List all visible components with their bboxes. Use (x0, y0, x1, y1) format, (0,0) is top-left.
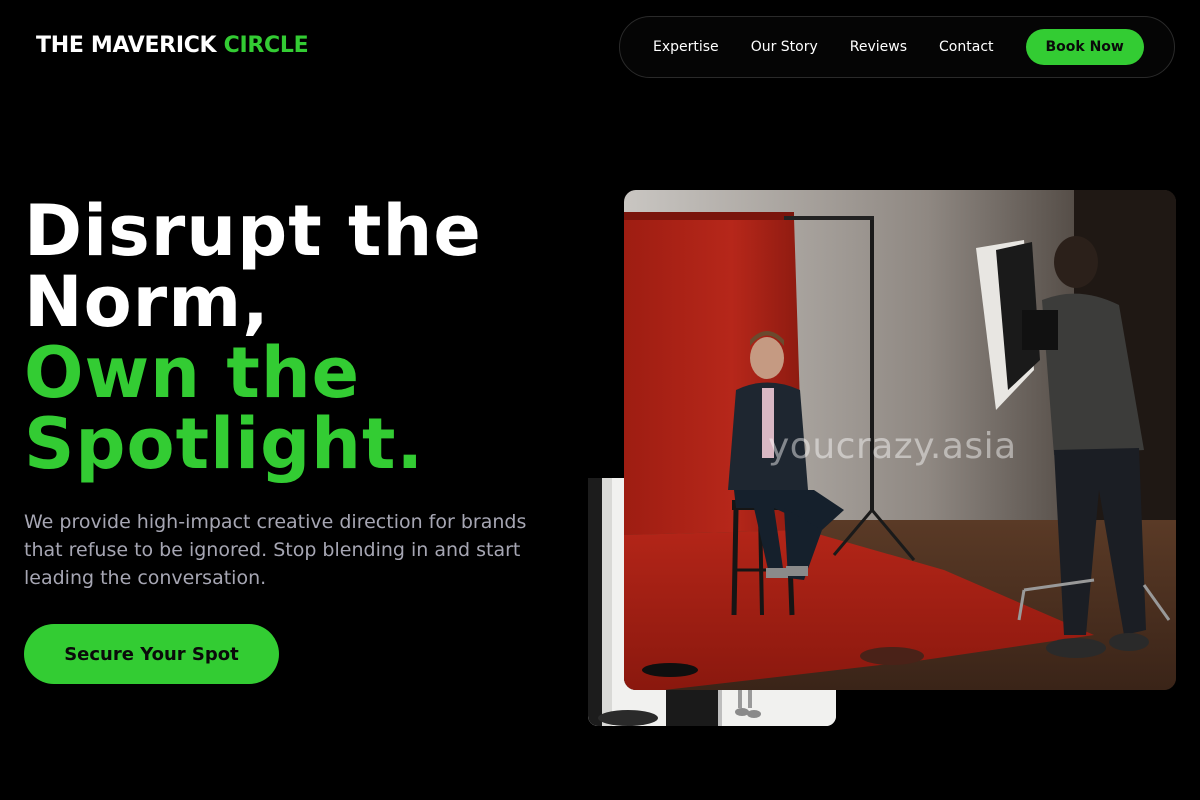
logo-text-accent: CIRCLE (223, 33, 309, 58)
headline-line-4: Spotlight. (24, 403, 425, 485)
headline-line-2: Norm, (24, 261, 270, 343)
watermark-text: youcrazy.asia (768, 426, 1017, 467)
nav-link-reviews[interactable]: Reviews (850, 39, 907, 55)
nav-link-our-story[interactable]: Our Story (751, 39, 818, 55)
nav-link-contact[interactable]: Contact (939, 39, 993, 55)
nav-link-expertise[interactable]: Expertise (653, 39, 719, 55)
secure-your-spot-button[interactable]: Secure Your Spot (24, 624, 279, 684)
logo-text-primary: THE MAVERICK (36, 33, 217, 58)
hero-subtext: We provide high-impact creative directio… (24, 511, 527, 589)
headline-line-3: Own the (24, 332, 361, 414)
main-nav: Expertise Our Story Reviews Contact Book… (619, 16, 1175, 78)
brand-logo[interactable]: THE MAVERICK CIRCLE (36, 31, 309, 61)
hero-headline: Disrupt the Norm, Own the Spotlight. (24, 196, 584, 480)
book-now-button[interactable]: Book Now (1025, 29, 1144, 65)
headline-line-1: Disrupt the (24, 190, 482, 272)
landing-page: THE MAVERICK CIRCLE Expertise Our Story … (0, 0, 1200, 800)
main-photo: youcrazy.asia (624, 190, 1176, 690)
